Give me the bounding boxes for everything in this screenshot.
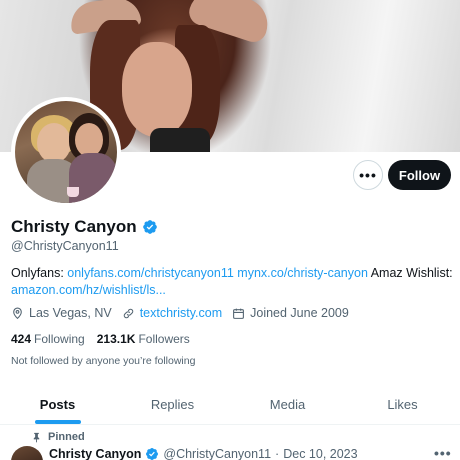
location-item: Las Vegas, NV: [11, 306, 112, 320]
bio-link-amazon[interactable]: amazon.com/hz/wishlist/ls...: [11, 283, 166, 297]
follow-button[interactable]: Follow: [388, 160, 451, 190]
verified-badge-icon: [146, 448, 159, 460]
location-text: Las Vegas, NV: [29, 306, 112, 320]
post-author-avatar[interactable]: [11, 446, 43, 460]
profile-name: Christy Canyon: [11, 217, 137, 236]
tab-media[interactable]: Media: [230, 385, 345, 424]
website-item: textchristy.com: [122, 306, 222, 320]
profile-stats: 424 Following 213.1K Followers: [11, 332, 190, 346]
post-date[interactable]: Dec 10, 2023: [283, 447, 357, 460]
post-author-name[interactable]: Christy Canyon: [49, 447, 141, 460]
more-options-button[interactable]: •••: [353, 160, 383, 190]
tab-posts[interactable]: Posts: [0, 385, 115, 424]
followers-count: 213.1K: [96, 332, 136, 346]
website-link[interactable]: textchristy.com: [140, 306, 222, 320]
following-label: Following: [34, 332, 85, 346]
bio-link-mynx[interactable]: mynx.co/christy-canyon: [237, 266, 368, 280]
tab-likes[interactable]: Likes: [345, 385, 460, 424]
post-author-handle[interactable]: @ChristyCanyon11: [163, 447, 271, 460]
bio-text: Onlyfans:: [11, 266, 68, 280]
verified-badge-icon: [142, 220, 157, 234]
joined-text: Joined June 2009: [250, 306, 349, 320]
bio-link-onlyfans[interactable]: onlyfans.com/christycanyon11: [67, 266, 234, 280]
following-count: 424: [11, 332, 32, 346]
pinned-indicator: Pinned: [31, 431, 85, 443]
pin-icon: [33, 432, 40, 443]
post-more-options-button[interactable]: •••: [434, 445, 452, 460]
not-followed-note: Not followed by anyone you’re following: [11, 355, 196, 367]
avatar-detail: [75, 123, 103, 157]
tab-replies[interactable]: Replies: [115, 385, 230, 424]
post-header: Christy Canyon @ChristyCanyon11 · Dec 10…: [49, 447, 358, 460]
profile-name-row: Christy Canyon: [11, 217, 158, 237]
profile-avatar[interactable]: [11, 97, 121, 207]
bio-text: Amaz Wishlist:: [367, 266, 453, 280]
pinned-label: Pinned: [48, 431, 85, 443]
followers-stat[interactable]: 213.1K Followers: [97, 332, 190, 346]
profile-bio: Onlyfans: onlyfans.com/christycanyon11 m…: [11, 265, 456, 299]
link-icon: [123, 308, 133, 318]
calendar-icon: [233, 308, 245, 319]
post-separator: ·: [275, 447, 280, 460]
banner-photo-detail: [122, 42, 192, 137]
profile-handle: @ChristyCanyon11: [11, 239, 119, 253]
avatar-detail: [37, 123, 71, 163]
following-stat[interactable]: 424 Following: [11, 332, 85, 346]
joined-item: Joined June 2009: [232, 306, 349, 320]
profile-tabs: Posts Replies Media Likes: [0, 385, 460, 425]
avatar-detail: [67, 187, 79, 197]
location-pin-icon: [13, 307, 22, 319]
followers-label: Followers: [138, 332, 190, 346]
banner-photo-detail: [150, 128, 210, 152]
profile-meta: Las Vegas, NV textchristy.com Joined Jun…: [11, 306, 359, 320]
